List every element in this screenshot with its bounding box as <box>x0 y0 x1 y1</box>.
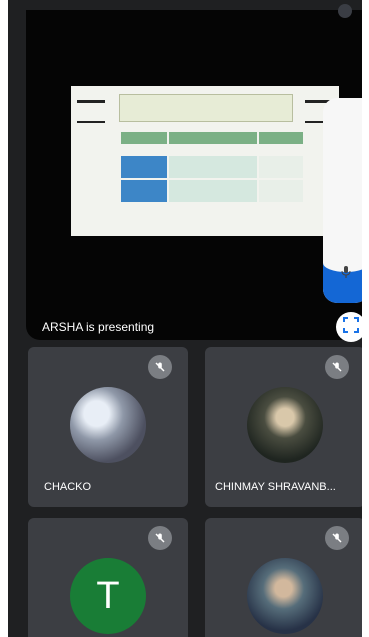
participant-avatar <box>247 387 323 463</box>
participant-avatar <box>247 558 323 634</box>
presenting-label: ARSHA is presenting <box>42 320 155 334</box>
fullscreen-button[interactable] <box>336 312 362 342</box>
participant-tile-t[interactable]: T <box>28 518 188 637</box>
audio-level-indicator <box>323 98 362 303</box>
microphone-icon <box>340 265 352 279</box>
slide-table-row <box>121 180 303 202</box>
meeting-screen: ARSHA is presenting CHACKO CHINMAY SHRAV… <box>8 0 362 637</box>
presented-slide <box>71 86 339 236</box>
muted-microphone-icon <box>325 355 349 379</box>
participant-name: CHINMAY SHRAVANB... <box>215 481 336 493</box>
slide-logo-left <box>77 100 105 123</box>
participant-tile-chacko[interactable]: CHACKO <box>28 347 188 507</box>
participant-avatar <box>70 387 146 463</box>
slide-title-box <box>119 94 293 122</box>
slide-table-row <box>121 156 303 178</box>
participant-name: CHACKO <box>44 481 92 493</box>
slide-table-header <box>121 132 303 154</box>
participant-initial-avatar: T <box>70 558 146 634</box>
fullscreen-icon <box>343 316 359 338</box>
status-dot <box>338 4 352 18</box>
shared-screen-panel[interactable]: ARSHA is presenting <box>26 4 362 342</box>
participant-tile-4[interactable] <box>205 518 362 637</box>
muted-microphone-icon <box>148 526 172 550</box>
slide-table <box>121 132 303 208</box>
muted-microphone-icon <box>325 526 349 550</box>
participant-tile-chinmay[interactable]: CHINMAY SHRAVANB... <box>205 347 362 507</box>
muted-microphone-icon <box>148 355 172 379</box>
